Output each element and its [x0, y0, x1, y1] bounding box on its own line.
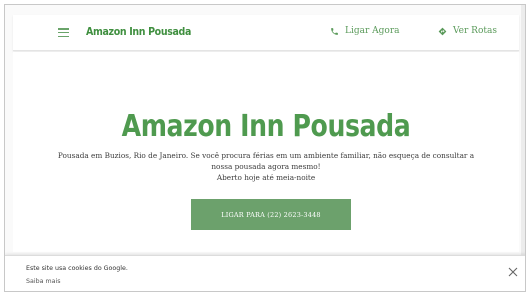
call-now-label: Ligar Agora — [345, 26, 400, 36]
directions-label: Ver Rotas — [453, 26, 497, 36]
page-title: Amazon Inn Pousada — [121, 109, 411, 144]
scrollbar[interactable] — [521, 5, 525, 255]
business-description: Pousada em Buzios, Rio de Janeiro. Se vo… — [57, 151, 475, 171]
cookie-banner: Este site usa cookies do Google. Saiba m… — [5, 255, 525, 291]
opening-hours: Aberto hoje até meia-noite — [216, 173, 316, 182]
browser-viewport: Amazon Inn Pousada Ligar Agora Ver Rotas… — [4, 4, 526, 292]
menu-icon[interactable] — [58, 28, 69, 38]
learn-more-link[interactable]: Saiba mais — [26, 278, 61, 285]
directions-link[interactable]: Ver Rotas — [438, 26, 497, 36]
call-button[interactable]: LIGAR PARA (22) 2623-3448 — [191, 199, 351, 230]
hero-section: Amazon Inn Pousada Pousada em Buzios, Ri… — [13, 52, 519, 252]
directions-icon — [438, 27, 447, 35]
cookie-message: Este site usa cookies do Google. — [26, 265, 128, 272]
site-brand[interactable]: Amazon Inn Pousada — [86, 25, 191, 38]
call-now-link[interactable]: Ligar Agora — [330, 26, 400, 36]
top-navigation-bar: Amazon Inn Pousada Ligar Agora Ver Rotas — [13, 15, 519, 51]
close-icon[interactable] — [508, 267, 518, 277]
phone-icon — [331, 27, 338, 35]
